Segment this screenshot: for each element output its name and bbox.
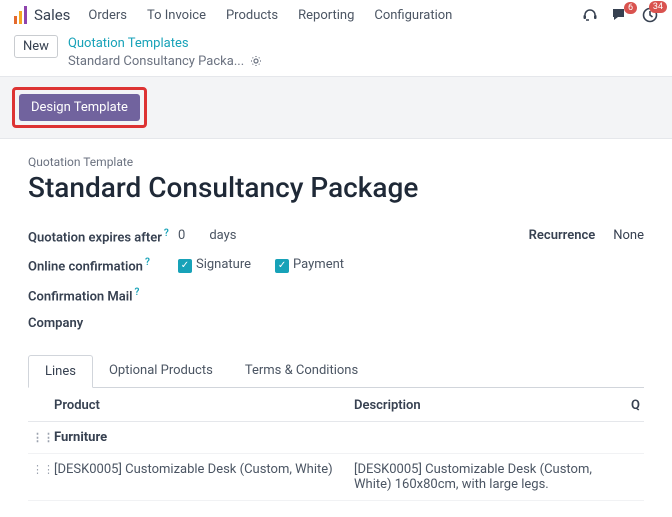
nav-orders[interactable]: Orders [88, 8, 127, 23]
app-logo-icon [14, 6, 28, 24]
check-icon: ✓ [275, 259, 289, 273]
online-confirmation-label: Online confirmation? [28, 257, 178, 274]
brand[interactable]: Sales [14, 6, 70, 24]
signature-checkbox[interactable]: ✓Signature [178, 257, 251, 273]
company-label: Company [28, 316, 178, 331]
nav-reporting[interactable]: Reporting [298, 8, 354, 23]
tab-lines[interactable]: Lines [28, 355, 93, 388]
activities-icon[interactable]: 34 [642, 7, 658, 23]
recurrence-label: Recurrence [529, 228, 596, 243]
tab-terms[interactable]: Terms & Conditions [229, 355, 374, 387]
page-title[interactable]: Standard Consultancy Package [28, 171, 644, 204]
help-icon[interactable]: ? [135, 287, 140, 298]
nav-configuration[interactable]: Configuration [374, 8, 452, 23]
topbar: Sales Orders To Invoice Products Reporti… [0, 0, 672, 31]
brand-label: Sales [34, 6, 70, 24]
tab-optional-products[interactable]: Optional Products [93, 355, 229, 387]
expires-unit: days [209, 228, 236, 243]
breadcrumb-parent[interactable]: Quotation Templates [68, 36, 189, 51]
table-row[interactable]: ⋮⋮ [DESK0005] Customizable Desk (Custom,… [28, 454, 644, 501]
drag-handle-icon[interactable]: ⋮⋮ [32, 463, 54, 476]
nav-products[interactable]: Products [226, 8, 278, 23]
messages-icon[interactable]: 6 [612, 8, 628, 22]
nav-to-invoice[interactable]: To Invoice [147, 8, 206, 23]
drag-handle-icon[interactable]: ⋮⋮ [32, 431, 54, 444]
top-icons: 6 34 [582, 7, 658, 23]
breadcrumb-current: Standard Consultancy Packa... [68, 53, 244, 71]
headset-icon[interactable] [582, 8, 598, 22]
table-section-row[interactable]: ⋮⋮ Furniture [28, 422, 644, 454]
design-template-button[interactable]: Design Template [19, 94, 140, 121]
new-button[interactable]: New [14, 35, 58, 58]
row-product: [DESK0005] Customizable Desk (Custom, Wh… [54, 462, 354, 477]
section-name: Furniture [54, 430, 354, 445]
gear-icon[interactable] [250, 55, 262, 67]
breadcrumb: Quotation Templates Standard Consultancy… [68, 35, 262, 70]
help-icon[interactable]: ? [145, 257, 150, 268]
confirmation-mail-label: Confirmation Mail? [28, 287, 178, 304]
expires-value[interactable]: 0 [178, 228, 185, 243]
messages-badge: 6 [624, 2, 637, 14]
col-quantity[interactable]: Q [620, 398, 640, 413]
recurrence-value[interactable]: None [613, 228, 644, 243]
table-header: Product Description Q [28, 388, 644, 422]
row-description: [DESK0005] Customizable Desk (Custom, Wh… [354, 462, 620, 492]
action-bar: Design Template [0, 76, 672, 139]
help-icon[interactable]: ? [164, 228, 169, 239]
expires-label: Quotation expires after? [28, 228, 178, 245]
form-body: Quotation Template Standard Consultancy … [0, 139, 672, 517]
tabs: Lines Optional Products Terms & Conditio… [28, 355, 644, 388]
payment-checkbox[interactable]: ✓Payment [275, 257, 344, 273]
breadcrumb-row: New Quotation Templates Standard Consult… [0, 31, 672, 76]
highlight-annotation: Design Template [12, 87, 147, 128]
check-icon: ✓ [178, 259, 192, 273]
section-label: Quotation Template [28, 155, 644, 169]
activities-badge: 34 [649, 1, 667, 13]
col-product[interactable]: Product [54, 398, 354, 413]
top-nav: Orders To Invoice Products Reporting Con… [88, 8, 452, 23]
col-description[interactable]: Description [354, 398, 620, 413]
